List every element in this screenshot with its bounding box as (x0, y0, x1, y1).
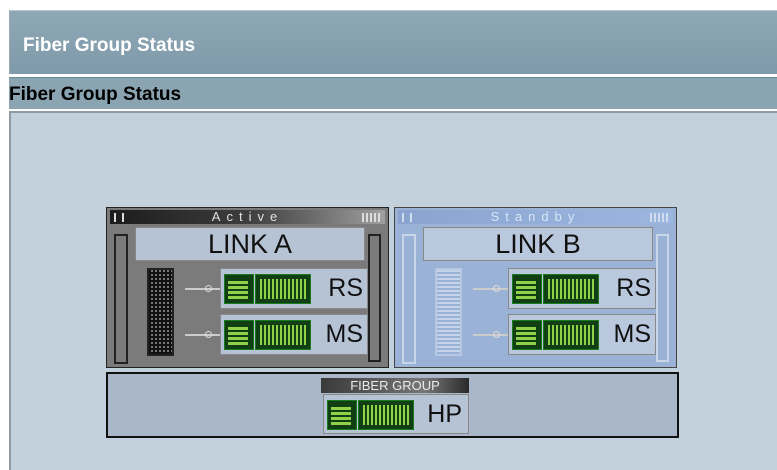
channel-label: MS (325, 320, 364, 348)
link-a-panel[interactable]: Active LINK A RS MS (106, 207, 389, 368)
section-title: Fiber Group Status (9, 84, 182, 105)
link-b-status-bar: Standby (398, 210, 673, 224)
link-a-status-bar: Active (110, 210, 385, 224)
link-b-connector-icon (435, 268, 462, 356)
fiber-group-title: FIBER GROUP (321, 378, 469, 393)
waveform-icon (255, 274, 311, 304)
section-header: Fiber Group Status (9, 77, 777, 109)
link-b-rs-wire (473, 288, 508, 290)
link-b-ms-node-icon (493, 331, 500, 338)
link-a-rs-wire (185, 288, 220, 290)
link-b-signal-icon (650, 213, 668, 222)
link-a-ms-channel[interactable]: MS (220, 314, 368, 355)
link-b-ms-wire (473, 334, 508, 336)
waveform-icon (543, 320, 599, 350)
link-a-signal-icon (362, 213, 380, 222)
channel-label: HP (427, 400, 462, 428)
channel-label: MS (613, 320, 652, 348)
document-icon (512, 320, 542, 350)
fiber-group-hp-channel[interactable]: HP (323, 394, 469, 434)
document-icon (512, 274, 542, 304)
link-a-rs-node-icon (205, 285, 212, 292)
waveform-icon (543, 274, 599, 304)
link-b-rs-channel[interactable]: RS (508, 268, 656, 309)
link-a-left-rail (114, 234, 128, 364)
link-b-label: LINK B (423, 227, 653, 261)
link-b-state: Standby (490, 209, 581, 224)
link-a-label: LINK A (135, 227, 365, 261)
waveform-icon (255, 320, 311, 350)
link-a-right-rail (368, 234, 381, 362)
link-a-rs-channel[interactable]: RS (220, 268, 368, 309)
link-b-left-bar-icon (402, 213, 412, 222)
link-b-left-rail (402, 234, 416, 364)
link-b-rs-node-icon (493, 285, 500, 292)
waveform-icon (358, 400, 414, 430)
channel-label: RS (328, 274, 363, 302)
link-a-connector-icon (147, 268, 174, 356)
window-title: Fiber Group Status (23, 35, 196, 56)
fiber-group-panel[interactable]: FIBER GROUP HP (106, 372, 679, 438)
link-a-ms-node-icon (205, 331, 212, 338)
link-b-panel[interactable]: Standby LINK B RS MS (394, 207, 677, 368)
channel-label: RS (616, 274, 651, 302)
document-icon (224, 274, 254, 304)
link-b-right-rail (656, 234, 669, 362)
link-a-ms-wire (185, 334, 220, 336)
link-a-state: Active (211, 209, 284, 224)
link-a-left-bar-icon (114, 213, 124, 222)
link-b-ms-channel[interactable]: MS (508, 314, 656, 355)
document-icon (224, 320, 254, 350)
window-header: Fiber Group Status (9, 10, 777, 74)
document-icon (327, 400, 357, 430)
